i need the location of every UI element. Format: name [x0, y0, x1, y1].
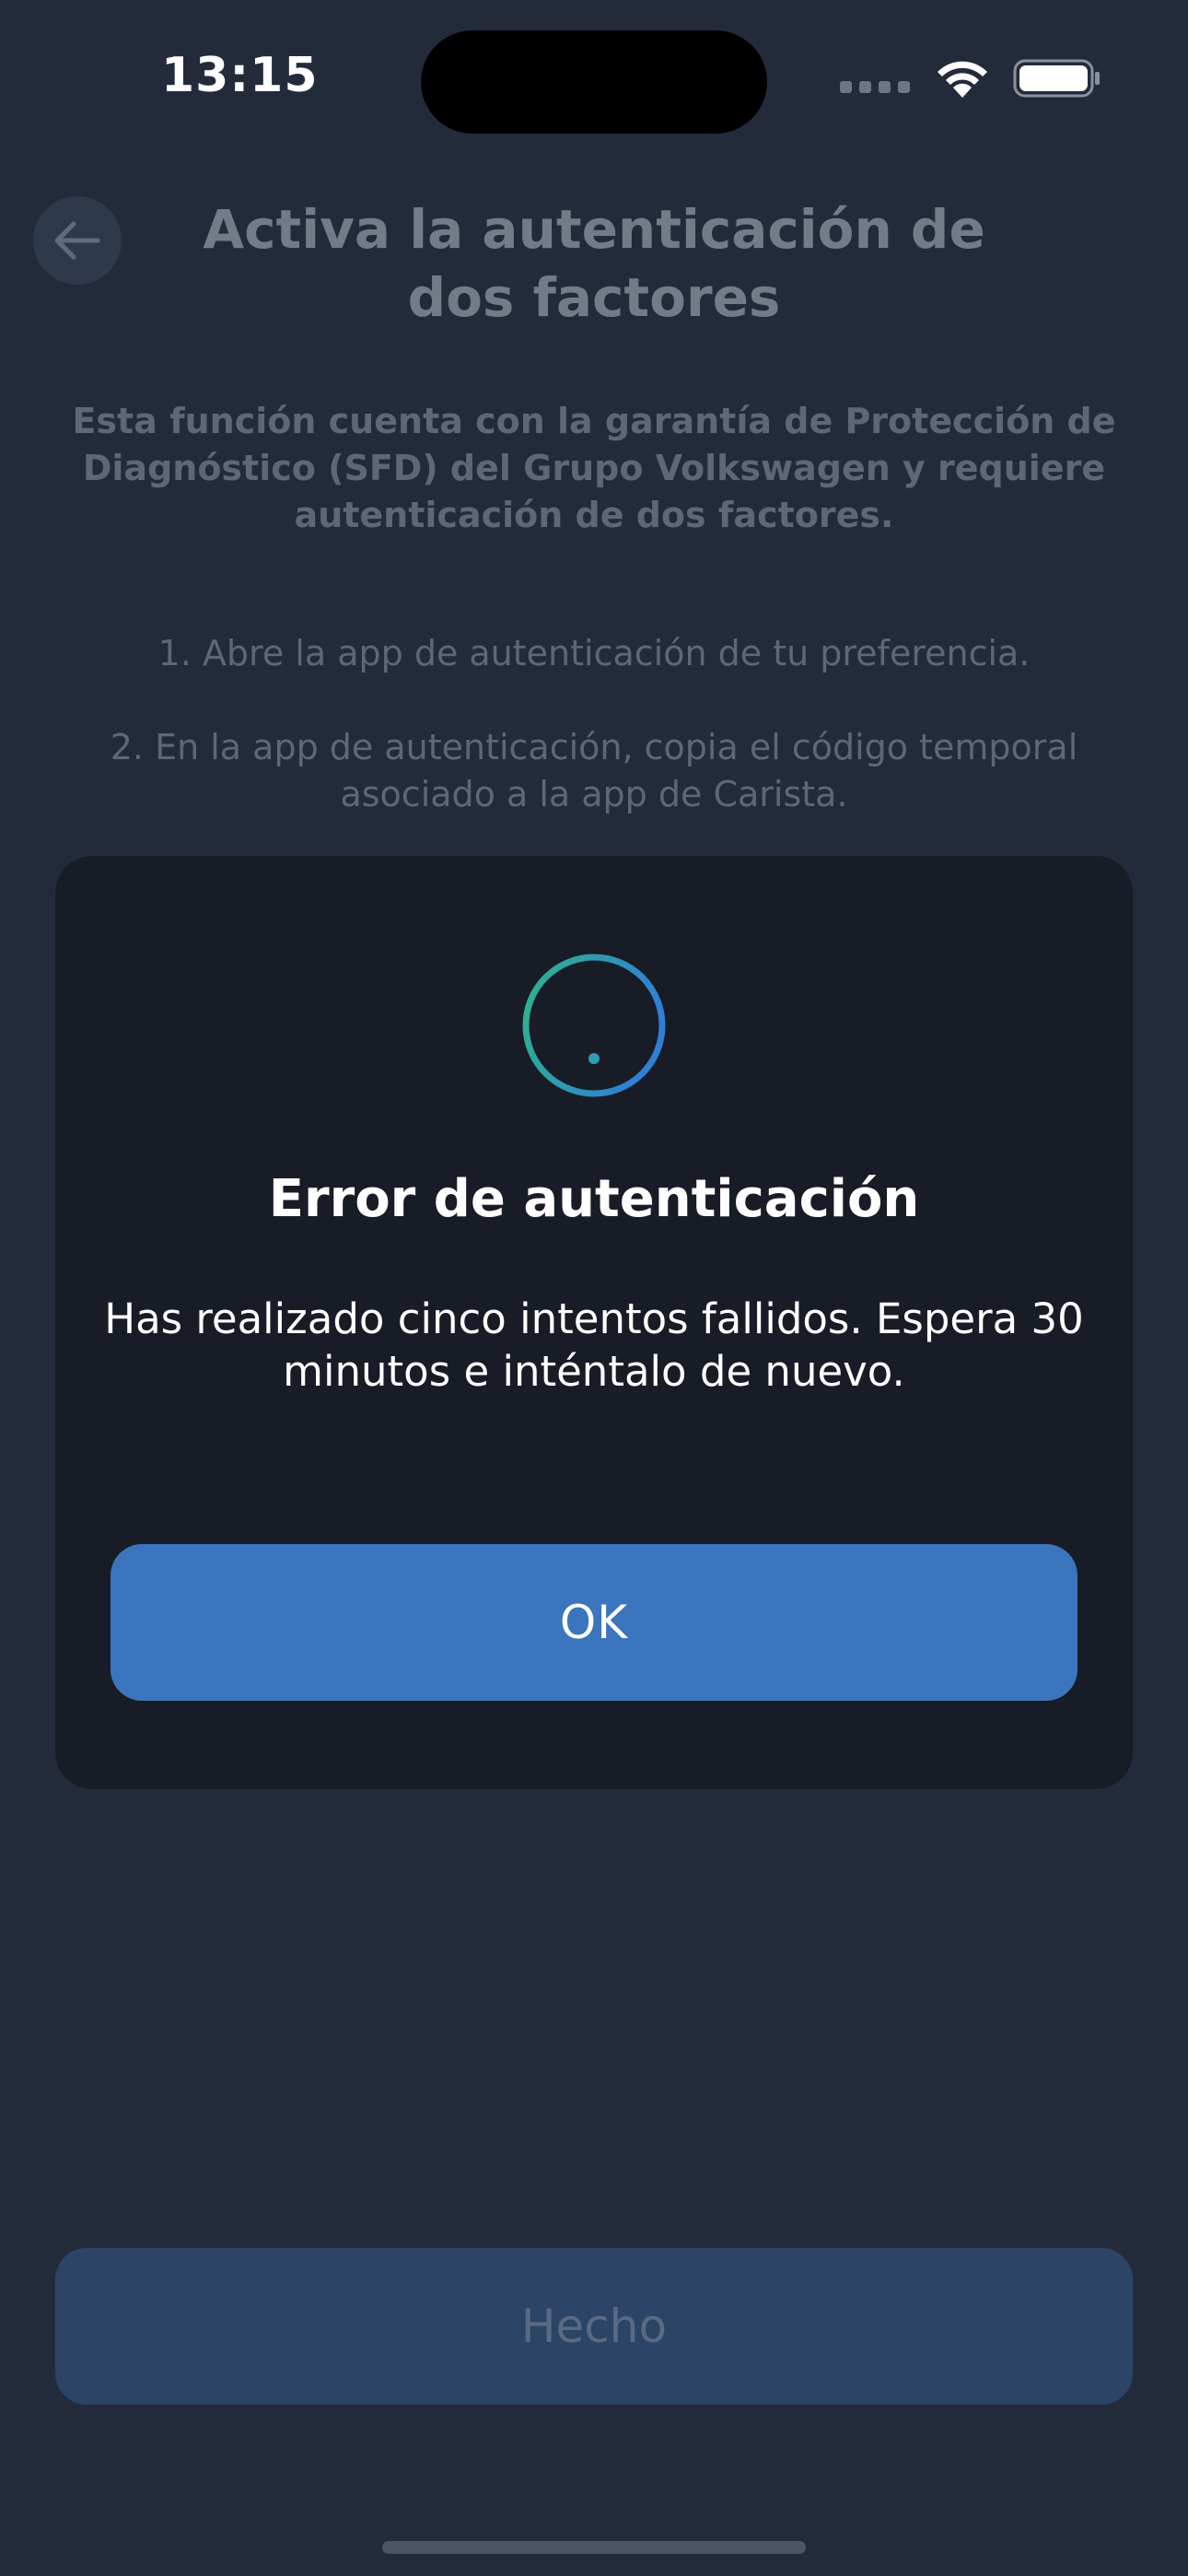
exclamation-circle-icon	[522, 954, 666, 1097]
page-title: Activa la autenticación de dos factores	[203, 198, 985, 329]
sfd-description: Esta función cuenta con la garantía de P…	[72, 401, 1116, 535]
instruction-step-1: 1. Abre la app de autenticación de tu pr…	[157, 633, 1031, 673]
arrow-left-icon	[54, 221, 100, 260]
home-indicator[interactable]	[382, 2541, 806, 2554]
error-dialog: Error de autenticación Has realizado cin…	[55, 856, 1133, 1789]
screen: 13:15 Activa la autenticación de dos fac…	[0, 0, 1188, 2576]
done-button[interactable]: Hecho	[55, 2248, 1133, 2405]
dialog-message: Has realizado cinco intentos fallidos. E…	[104, 1294, 1084, 1396]
instruction-step-2: 2. En la app de autenticación, copia el …	[110, 727, 1078, 814]
back-button[interactable]	[33, 196, 122, 285]
dialog-title: Error de autenticación	[268, 1169, 920, 1229]
ok-button[interactable]: OK	[111, 1544, 1077, 1701]
